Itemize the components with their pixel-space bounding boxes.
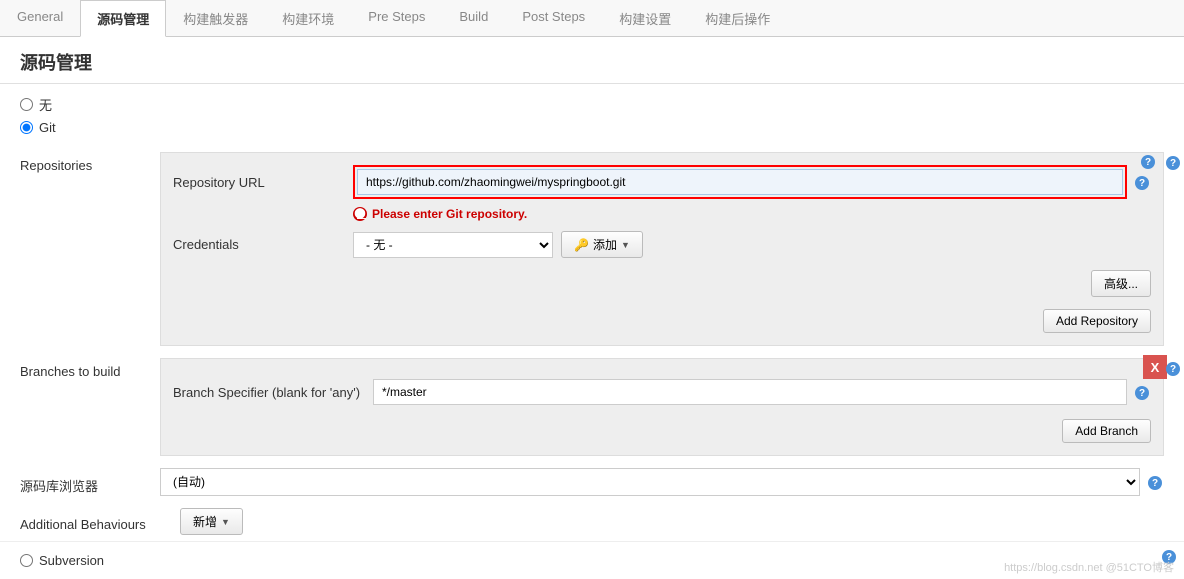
repo-url-label: Repository URL xyxy=(173,175,353,190)
advanced-button[interactable]: 高级... xyxy=(1091,270,1151,297)
branches-panel: X Branch Specifier (blank for 'any') ? A… xyxy=(160,358,1164,456)
add-behaviour-label: 新增 xyxy=(193,513,217,530)
add-repository-button[interactable]: Add Repository xyxy=(1043,309,1151,333)
tab-triggers[interactable]: 构建触发器 xyxy=(166,0,265,36)
credentials-label: Credentials xyxy=(173,237,353,252)
branches-label: Branches to build xyxy=(20,358,160,379)
help-icon[interactable]: ? xyxy=(1166,362,1180,376)
scm-git-label: Git xyxy=(39,120,56,135)
scm-none-label: 无 xyxy=(39,95,52,114)
help-icon[interactable]: ? xyxy=(1148,476,1162,490)
scm-subversion-label: Subversion xyxy=(39,553,104,568)
key-icon: 🔑 xyxy=(574,238,589,252)
scm-none[interactable]: 无 xyxy=(20,92,1164,117)
scm-none-radio[interactable] xyxy=(20,98,33,111)
repo-url-input[interactable] xyxy=(357,169,1123,195)
tab-build[interactable]: Build xyxy=(442,0,505,36)
repo-browser-label: 源码库浏览器 xyxy=(20,470,160,495)
watermark: https://blog.csdn.net @51CTO博客 xyxy=(1004,559,1174,575)
error-message: Please enter Git repository. xyxy=(372,207,527,221)
tab-scm[interactable]: 源码管理 xyxy=(80,0,166,37)
tab-general[interactable]: General xyxy=(0,0,80,36)
scm-git-radio[interactable] xyxy=(20,121,33,134)
behaviours-label: Additional Behaviours xyxy=(20,511,180,532)
help-icon[interactable]: ? xyxy=(1135,176,1149,190)
repositories-panel: ? Repository URL ? ⬤ — Please enter Git … xyxy=(160,152,1164,346)
tab-pre-steps[interactable]: Pre Steps xyxy=(351,0,442,36)
branch-specifier-label: Branch Specifier (blank for 'any') xyxy=(173,385,373,400)
config-tabs: General 源码管理 构建触发器 构建环境 Pre Steps Build … xyxy=(0,0,1184,37)
scm-radio-group: 无 Git xyxy=(0,84,1184,146)
scm-subversion-radio[interactable] xyxy=(20,554,33,567)
tab-post-build[interactable]: 构建后操作 xyxy=(688,0,787,36)
help-icon[interactable]: ? xyxy=(1166,156,1180,170)
caret-down-icon: ▼ xyxy=(621,240,630,250)
repo-browser-select[interactable]: (自动) xyxy=(160,468,1140,496)
tab-post-steps[interactable]: Post Steps xyxy=(505,0,602,36)
help-icon[interactable]: ? xyxy=(1141,155,1155,169)
add-behaviour-button[interactable]: 新增 ▼ xyxy=(180,508,243,535)
branch-specifier-input[interactable] xyxy=(373,379,1127,405)
repositories-label: Repositories xyxy=(20,152,160,173)
help-icon[interactable]: ? xyxy=(1135,386,1149,400)
add-cred-label: 添加 xyxy=(593,236,617,253)
repo-error: ⬤ — Please enter Git repository. xyxy=(353,207,1151,221)
tab-build-settings[interactable]: 构建设置 xyxy=(602,0,688,36)
tab-env[interactable]: 构建环境 xyxy=(265,0,351,36)
credentials-select[interactable]: - 无 - xyxy=(353,232,553,258)
section-title: 源码管理 xyxy=(0,37,1184,84)
scm-git[interactable]: Git xyxy=(20,117,1164,138)
caret-down-icon: ▼ xyxy=(221,517,230,527)
add-credentials-button[interactable]: 🔑 添加 ▼ xyxy=(561,231,643,258)
add-branch-button[interactable]: Add Branch xyxy=(1062,419,1151,443)
scm-subversion[interactable]: Subversion xyxy=(20,550,1164,571)
delete-branch-button[interactable]: X xyxy=(1143,355,1167,379)
